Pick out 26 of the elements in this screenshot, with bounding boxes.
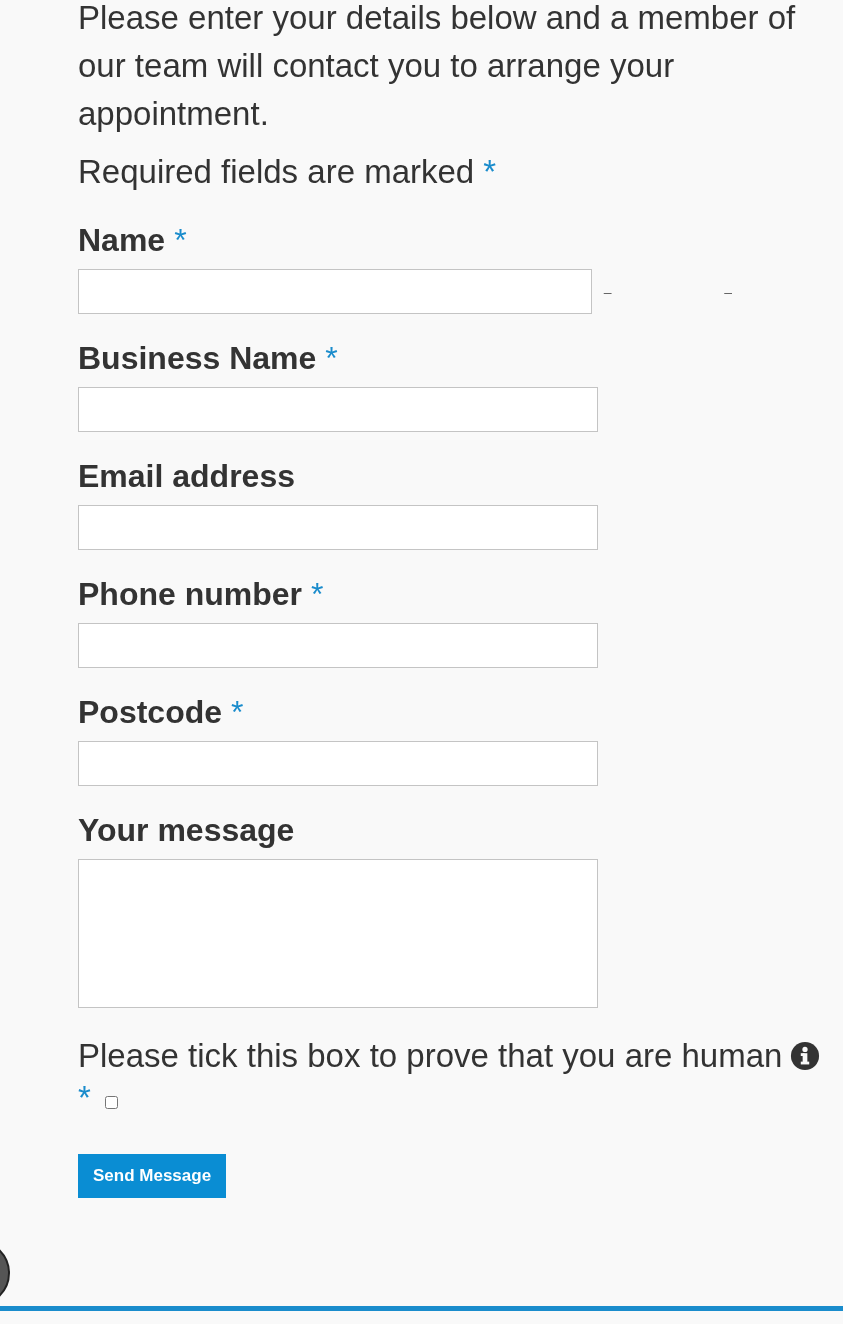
required-marker: *	[174, 222, 187, 258]
input-field[interactable]	[78, 387, 598, 432]
field-label: Name	[78, 222, 166, 258]
required-marker: *	[231, 694, 244, 730]
message-field[interactable]	[78, 859, 598, 1008]
dash-mark: –	[603, 283, 613, 300]
input-field[interactable]	[78, 505, 598, 550]
input-field[interactable]	[78, 741, 598, 786]
info-icon[interactable]	[790, 1041, 821, 1071]
required-marker: *	[483, 153, 497, 190]
required-marker: *	[311, 576, 324, 612]
human-checkbox[interactable]	[104, 1095, 118, 1109]
send-message-button[interactable]: Send Message	[78, 1154, 227, 1198]
required-marker: *	[325, 340, 338, 376]
required-note: Required fields are marked	[78, 153, 475, 190]
human-check-text: Please tick this box to prove that you are human	[78, 1036, 783, 1076]
field-label: Postcode	[78, 694, 223, 730]
input-field[interactable]	[78, 269, 592, 314]
field-label: Your message	[78, 812, 295, 848]
required-marker: *	[78, 1078, 91, 1118]
intro-text: Please enter your details below and a member of our team will contact you to arrange your appointment.	[78, 0, 797, 134]
dash-mark: –	[724, 283, 734, 300]
field-label: Email address	[78, 458, 295, 494]
field-label: Business Name	[78, 340, 317, 376]
field-label: Phone number	[78, 576, 302, 612]
input-field[interactable]	[78, 623, 598, 668]
